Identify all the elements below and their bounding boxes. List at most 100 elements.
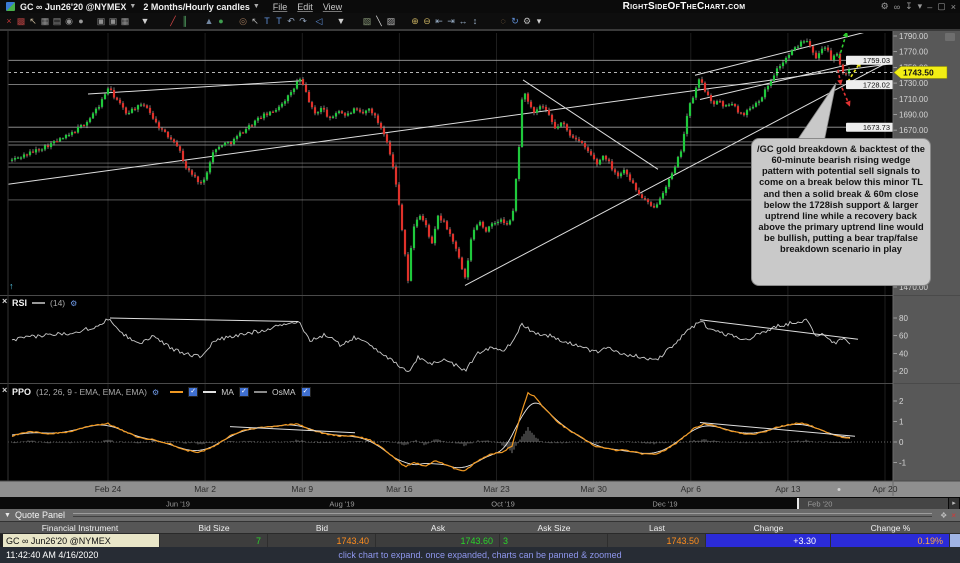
- restore-icon[interactable]: ▢: [937, 1, 946, 12]
- site-logo: RightSideOfTheChart.com: [622, 1, 746, 12]
- rsi-title: RSI: [12, 298, 28, 308]
- quote-last: 1743.50: [608, 534, 706, 547]
- target-tool-icon[interactable]: ◎: [237, 15, 249, 28]
- hatch-style-icon[interactable]: ▨: [385, 15, 397, 28]
- quote-ask-size: 3: [500, 534, 608, 547]
- remove-drawing-icon[interactable]: ×: [3, 15, 15, 28]
- time-axis[interactable]: [0, 481, 960, 497]
- settings-wrench-icon[interactable]: ⚙: [521, 15, 533, 28]
- gear-icon[interactable]: ⚙: [881, 1, 889, 12]
- ppo-line-sample: [170, 391, 184, 393]
- grid-tool-icon[interactable]: ▦: [39, 15, 51, 28]
- ppo-wrench-icon[interactable]: ⚙: [152, 388, 159, 397]
- pointer2-tool-icon[interactable]: ↖: [249, 15, 261, 28]
- menu-edit[interactable]: Edit: [297, 2, 313, 12]
- ppo-header: PPO (12, 26, 9 - EMA, EMA, EMA) ⚙ ✓ MA ✓…: [12, 387, 311, 397]
- quote-row[interactable]: GC ∞ Jun26'20 @NYMEX 7 1743.40 1743.60 3…: [0, 533, 960, 548]
- ppo-close-button[interactable]: ×: [2, 386, 7, 395]
- cursor-tool-icon[interactable]: ↖: [27, 15, 39, 28]
- image-tool-icon[interactable]: ▣: [95, 15, 107, 28]
- app-icon: [6, 2, 15, 11]
- timeline-scrollbar[interactable]: [0, 497, 949, 509]
- triangle-tool-icon[interactable]: ▲: [203, 15, 215, 28]
- timeframe-button[interactable]: 2 Months/Hourly candles: [143, 2, 250, 12]
- trendline-tool-icon[interactable]: ╱: [167, 15, 179, 28]
- trading-chart-window: GC ∞ Jun26'20 @NYMEX ▼ 2 Months/Hourly c…: [0, 0, 960, 563]
- pin-caret-icon[interactable]: ▾: [918, 1, 923, 12]
- undo-icon[interactable]: ↶: [285, 15, 297, 28]
- close-icon[interactable]: ×: [951, 2, 956, 12]
- redo-icon[interactable]: ↷: [297, 15, 309, 28]
- link-icon[interactable]: ∞: [894, 2, 900, 12]
- quote-scrollbar[interactable]: [950, 534, 960, 547]
- refresh-icon[interactable]: ↻: [509, 15, 521, 28]
- window-controls: ⚙ ∞ ↧ ▾ – ▢ ×: [881, 0, 956, 13]
- ma-line-sample: [203, 391, 217, 393]
- ellipse-tool-icon[interactable]: ●: [75, 15, 87, 28]
- zoom-out-icon[interactable]: ⊖: [421, 15, 433, 28]
- osma-line-sample: [253, 391, 267, 393]
- drawings-dropdown-icon[interactable]: ▼: [335, 15, 347, 28]
- rsi-line-sample: [32, 302, 46, 304]
- sphere-tool-icon[interactable]: ●: [215, 15, 227, 28]
- back-arrow-icon[interactable]: ◁: [313, 15, 325, 28]
- status-timestamp: 11:42:40 AM 4/16/2020: [6, 550, 99, 560]
- menu-file[interactable]: File: [273, 2, 288, 12]
- ppo-pane[interactable]: [8, 384, 893, 481]
- fit-width-icon[interactable]: ↔: [457, 15, 469, 28]
- rsi-header: RSI (14) ⚙: [12, 298, 77, 308]
- status-hint: click chart to expand. once expanded, ch…: [338, 550, 622, 560]
- quote-bid-size: 7: [160, 534, 268, 547]
- quote-close-icon[interactable]: ×: [951, 511, 956, 520]
- rsi-param: (14): [50, 298, 66, 308]
- quote-change: +3.30: [706, 534, 831, 547]
- stamp-tool-icon[interactable]: ▤: [51, 15, 63, 28]
- status-bar: 11:42:40 AM 4/16/2020 click chart to exp…: [0, 547, 960, 563]
- text-tool-icon[interactable]: T: [261, 15, 273, 28]
- globe-icon[interactable]: ◌: [497, 15, 509, 28]
- symbol-caret-icon[interactable]: ▼: [129, 3, 136, 10]
- quote-ask: 1743.60: [376, 534, 500, 547]
- quote-bid: 1743.40: [268, 534, 376, 547]
- osma-checkbox[interactable]: ✓: [300, 387, 311, 397]
- ppo-param: (12, 26, 9 - EMA, EMA, EMA): [36, 387, 148, 397]
- ma-label: MA: [221, 387, 234, 397]
- rsi-close-button[interactable]: ×: [2, 297, 7, 306]
- tools-dropdown-icon[interactable]: ▼: [139, 15, 151, 28]
- symbol-button[interactable]: GC ∞ Jun26'20 @NYMEX: [20, 2, 126, 12]
- quote-panel-title: Quote Panel: [14, 510, 65, 520]
- rsi-pane[interactable]: [8, 296, 893, 384]
- quote-panel-header: ▼ Quote Panel ❖ ×: [0, 509, 960, 521]
- quote-instrument[interactable]: GC ∞ Jun26'20 @NYMEX: [0, 534, 160, 547]
- candles-tool-icon[interactable]: ║: [179, 15, 191, 28]
- fit-height-icon[interactable]: ↕: [469, 15, 481, 28]
- ppo-checkbox[interactable]: ✓: [188, 387, 199, 397]
- divider: [72, 513, 933, 517]
- note-tool-icon[interactable]: T: [273, 15, 285, 28]
- pan-left-icon[interactable]: ⇤: [433, 15, 445, 28]
- ppo-title: PPO: [12, 387, 32, 397]
- image2-tool-icon[interactable]: ▣: [107, 15, 119, 28]
- rsi-wrench-icon[interactable]: ⚙: [70, 299, 77, 308]
- quote-drag-handle-icon[interactable]: ❖: [940, 511, 947, 520]
- selection-box-icon[interactable]: ▩: [15, 15, 27, 28]
- quote-change-pct: 0.19%: [831, 534, 950, 547]
- chart-style-dropdown-icon[interactable]: ▾: [533, 15, 545, 28]
- pin-icon[interactable]: ↧: [905, 1, 913, 12]
- pan-right-icon[interactable]: ⇥: [445, 15, 457, 28]
- quote-panel-collapse-icon[interactable]: ▼: [4, 512, 11, 519]
- title-bar: GC ∞ Jun26'20 @NYMEX ▼ 2 Months/Hourly c…: [0, 0, 960, 13]
- osma-label: OsMA: [271, 387, 296, 397]
- ma-checkbox[interactable]: ✓: [238, 387, 249, 397]
- camera-tool-icon[interactable]: ◉: [63, 15, 75, 28]
- menu-view[interactable]: View: [323, 2, 342, 12]
- timeline-arrow-button[interactable]: ▸: [949, 498, 959, 509]
- flag-tool-icon[interactable]: ▧: [361, 15, 373, 28]
- minimize-icon[interactable]: –: [927, 2, 932, 12]
- layout-grid-icon[interactable]: ▦: [119, 15, 131, 28]
- line-style-icon[interactable]: ╲: [373, 15, 385, 28]
- zoom-in-icon[interactable]: ⊕: [409, 15, 421, 28]
- timeframe-caret-icon[interactable]: ▼: [253, 3, 260, 10]
- annotation-callout: /GC gold breakdown & backtest of the 60-…: [751, 138, 931, 286]
- toolbar: × ▩ ↖ ▦ ▤ ◉ ● ▣ ▣ ▦ ▼ ╱ ║ ▲ ● ◎ ↖ T T ↶ ↷ ◁ ▼ ▧ ╲ ▨ ⊕ ⊖ ⇤ ⇥ ↔ ↕ ◌ ↻ ⚙ ▾: [0, 13, 960, 30]
